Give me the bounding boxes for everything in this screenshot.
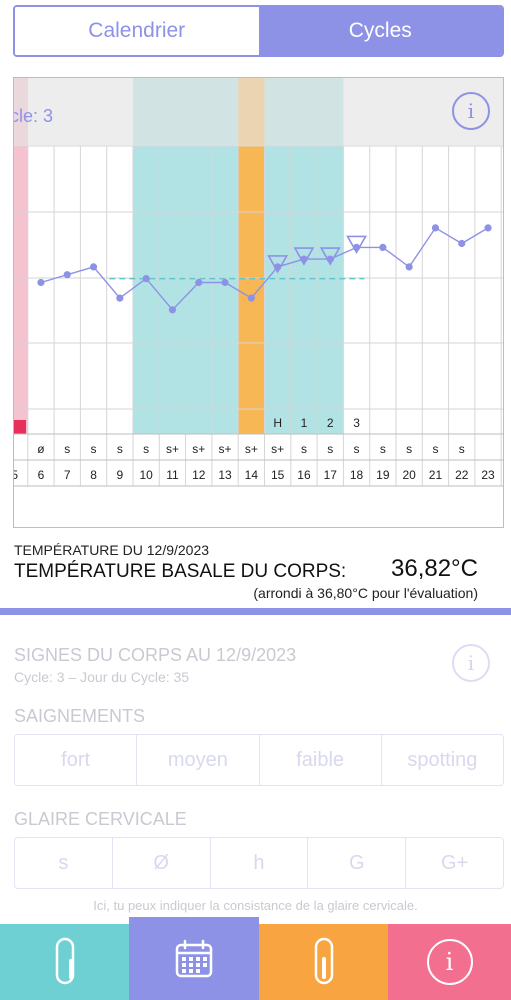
day-number: 23 <box>481 468 495 482</box>
mucus-code: ø <box>37 442 45 456</box>
day-number: 19 <box>376 468 390 482</box>
marker-code: H <box>273 416 282 430</box>
temperature-point <box>168 306 177 314</box>
cycle-chart-svg: cle: 3 H123øsssss+s+s+s+s+sssssss5678910… <box>14 78 503 487</box>
nav-thermometer[interactable] <box>0 924 129 1000</box>
info-icon: i <box>467 651 475 675</box>
day-number: 10 <box>139 468 153 482</box>
day-number: 12 <box>192 468 206 482</box>
mucus-option-s[interactable]: s <box>15 838 113 888</box>
day-number: 17 <box>324 468 338 482</box>
bleeding-option-fort[interactable]: fort <box>15 735 138 785</box>
calendar-icon <box>175 939 213 977</box>
mucus-code: s+ <box>192 442 205 456</box>
nav-calendar[interactable] <box>129 917 259 1000</box>
tab-cycles[interactable]: Cycles <box>258 7 502 55</box>
temperature-icon <box>314 937 333 985</box>
temperature-point <box>221 278 229 287</box>
day-number: 13 <box>218 468 232 482</box>
nav-info[interactable]: i <box>388 924 511 1000</box>
info-icon: i <box>467 99 475 123</box>
chart-header <box>14 78 503 146</box>
mucus-code: s <box>143 442 149 456</box>
cycle-label: cle: 3 <box>14 106 53 126</box>
temperature-point <box>431 224 440 232</box>
day-number: 22 <box>455 468 469 482</box>
temperature-point <box>484 224 492 232</box>
mucus-code: s <box>327 442 333 456</box>
temperature-label: TEMPÉRATURE BASALE DU CORPS: <box>14 561 347 582</box>
body-signs-subtitle: Cycle: 3 – Jour du Cycle: 35 <box>14 669 190 685</box>
view-switcher: Calendrier Cycles <box>13 5 504 57</box>
chart-info-button[interactable]: i <box>452 92 490 130</box>
nav-temperature[interactable] <box>259 924 388 1000</box>
temperature-rounded-note: (arrondi à 36,80°C pour l'évaluation) <box>253 585 478 601</box>
mucus-option-o[interactable]: Ø <box>113 838 211 888</box>
mucus-code: s <box>64 442 70 456</box>
period-marker <box>14 420 26 434</box>
info-glyph: i <box>445 948 454 976</box>
day-number: 5 <box>14 468 18 482</box>
marker-code: 2 <box>327 416 334 430</box>
body-signs-info-button[interactable]: i <box>452 644 490 682</box>
tab-calendrier[interactable]: Calendrier <box>15 7 259 55</box>
day-number: 20 <box>402 468 416 482</box>
temperature-point <box>379 243 387 251</box>
bleeding-label: SAIGNEMENTS <box>14 706 146 726</box>
bottom-navigation: i <box>0 917 511 1000</box>
mucus-code: s <box>459 442 465 456</box>
mucus-options: s Ø h G G+ <box>14 837 504 889</box>
day-number: 11 <box>166 468 179 482</box>
mucus-code: s <box>380 442 386 456</box>
day-number: 6 <box>38 468 45 482</box>
temperature-point <box>116 294 124 302</box>
temperature-value[interactable]: 36,82°C <box>391 555 478 583</box>
day-number: 9 <box>117 468 124 482</box>
mucus-code: s <box>91 442 97 456</box>
bleeding-option-moyen[interactable]: moyen <box>137 735 260 785</box>
mucus-option-g[interactable]: G <box>308 838 407 888</box>
info-icon: i <box>426 939 473 985</box>
mucus-code: s+ <box>219 442 232 456</box>
temperature-point <box>195 278 203 287</box>
mucus-code: s <box>406 442 412 456</box>
day-number: 15 <box>271 468 285 482</box>
thermometer-icon <box>55 937 74 985</box>
day-number: 21 <box>429 468 443 482</box>
mucus-option-g-plus[interactable]: G+ <box>406 838 503 888</box>
bleeding-option-faible[interactable]: faible <box>260 735 382 785</box>
mucus-hint: Ici, tu peux indiquer la consistance de … <box>93 898 418 913</box>
section-divider <box>0 608 511 615</box>
temperature-point <box>37 278 45 287</box>
mucus-option-h[interactable]: h <box>211 838 309 888</box>
temperature-point <box>247 294 255 302</box>
marker-code: 3 <box>353 416 360 430</box>
mucus-code: s <box>354 442 360 456</box>
day-number: 8 <box>90 468 97 482</box>
temperature-point <box>458 239 466 248</box>
temperature-date: TEMPÉRATURE DU 12/9/2023 <box>14 542 210 558</box>
temperature-point <box>63 271 71 279</box>
cycle-chart[interactable]: cle: 3 H123øsssss+s+s+s+s+sssssss5678910… <box>13 77 504 528</box>
temperature-point <box>405 263 413 271</box>
mucus-label: GLAIRE CERVICALE <box>14 809 187 829</box>
temperature-point <box>142 275 150 283</box>
mucus-code: s <box>117 442 123 456</box>
mucus-code: s+ <box>245 442 258 456</box>
mucus-code: s+ <box>271 442 284 456</box>
marker-code: 1 <box>301 416 308 430</box>
bleeding-options: fort moyen faible spotting <box>14 734 504 786</box>
day-number: 7 <box>64 468 71 482</box>
mucus-code: s+ <box>166 442 179 456</box>
day-number: 18 <box>350 468 364 482</box>
day-number: 16 <box>297 468 311 482</box>
mucus-code: s <box>301 442 307 456</box>
mucus-code: s <box>432 442 438 456</box>
temperature-point <box>89 263 98 271</box>
bleeding-option-spotting[interactable]: spotting <box>382 735 503 785</box>
day-number: 14 <box>245 468 259 482</box>
body-signs-title: SIGNES DU CORPS AU 12/9/2023 <box>14 645 297 665</box>
